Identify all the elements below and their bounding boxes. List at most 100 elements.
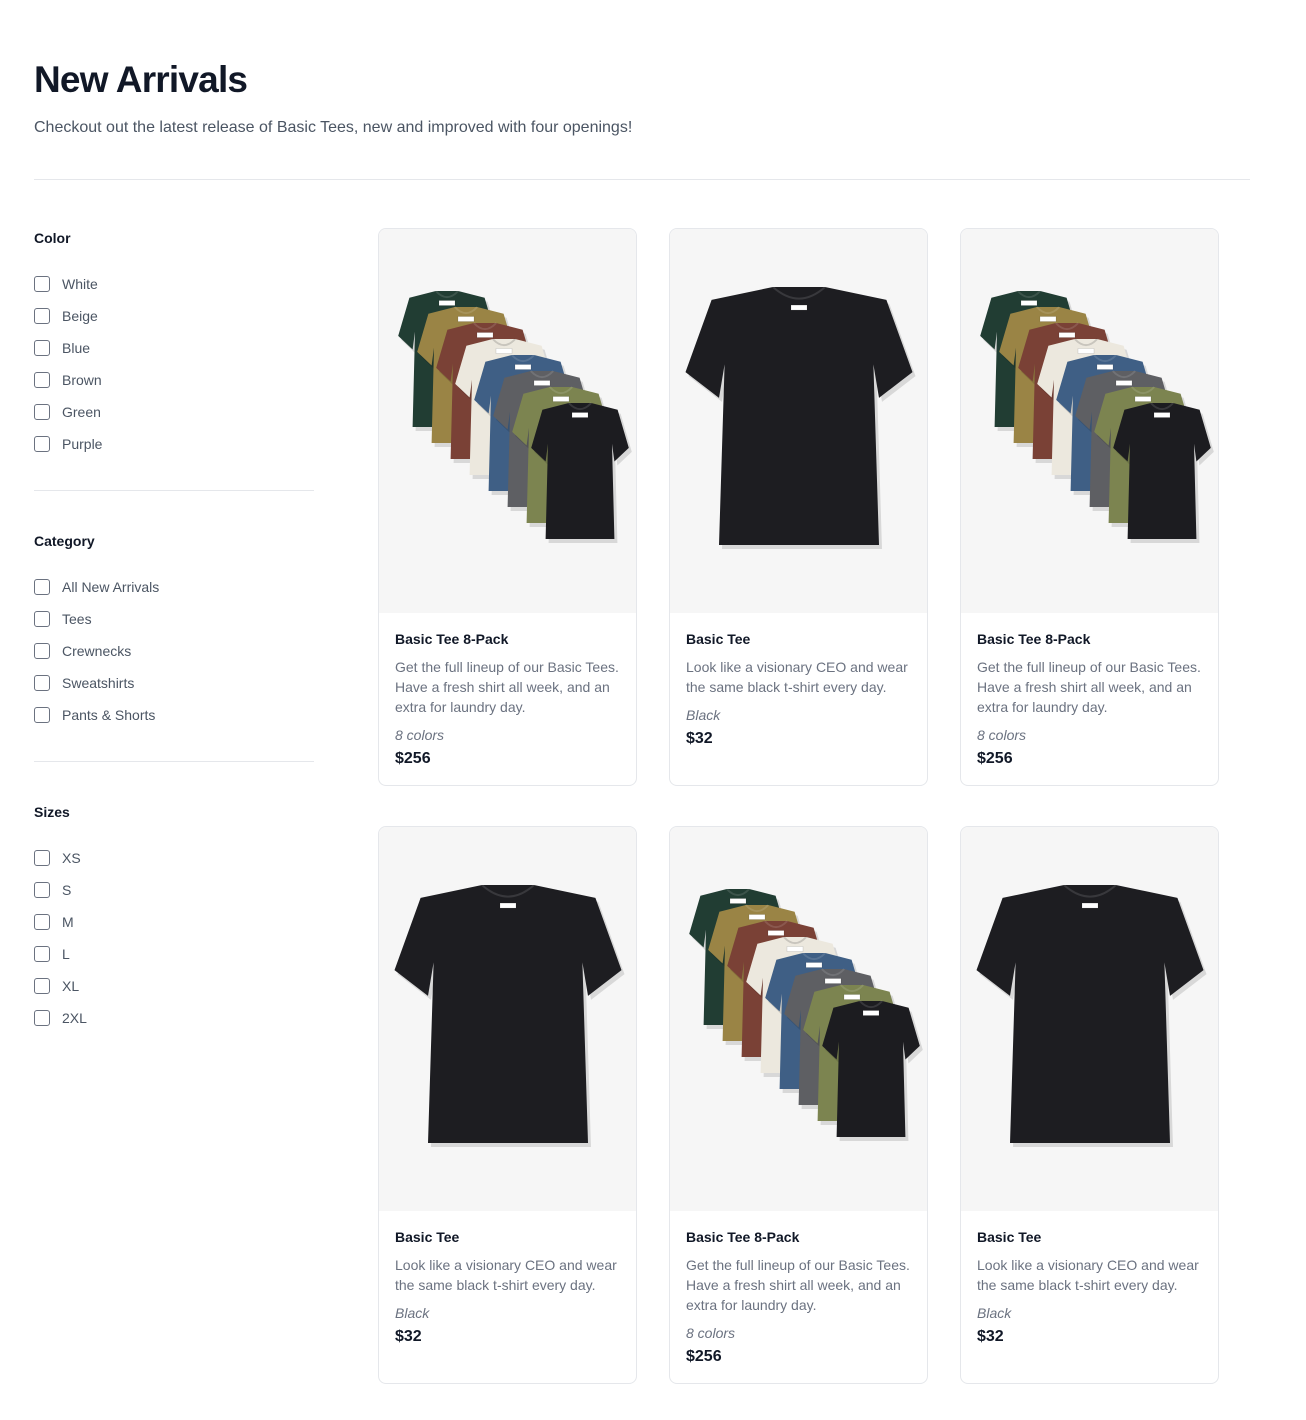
- filter-option-label: Sweatshirts: [62, 675, 135, 691]
- filter-option-m[interactable]: M: [34, 910, 314, 934]
- product-image[interactable]: [670, 229, 927, 613]
- product-grid: Basic Tee 8-Pack Get the full lineup of o…: [378, 228, 1219, 1384]
- product-card[interactable]: Basic Tee 8-Pack Get the full lineup of o…: [669, 826, 928, 1384]
- product-info: Basic Tee 8-Pack Get the full lineup of o…: [379, 613, 636, 771]
- page-title: New Arrivals: [34, 59, 248, 100]
- product-info: Basic Tee Look like a visionary CEO and w…: [379, 1211, 636, 1349]
- product-price: $256: [395, 750, 431, 767]
- filter-option-2xl[interactable]: 2XL: [34, 1006, 314, 1030]
- filter-group-color: Color White Beige Blue Brown Green Purple: [34, 228, 314, 490]
- product-description: Get the full lineup of our Basic Tees. H…: [977, 659, 1201, 715]
- filter-option-label: All New Arrivals: [62, 579, 160, 595]
- filter-title: Category: [34, 533, 95, 549]
- filter-option-label: XS: [62, 850, 81, 866]
- checkbox[interactable]: [34, 850, 50, 866]
- filter-option-label: Pants & Shorts: [62, 707, 156, 723]
- filter-group-category: Category All New Arrivals Tees Crewnecks Swe…: [34, 490, 314, 761]
- product-card[interactable]: Basic Tee 8-Pack Get the full lineup of o…: [960, 228, 1219, 786]
- product-name[interactable]: Basic Tee 8-Pack: [977, 629, 1202, 649]
- product-name[interactable]: Basic Tee: [977, 1227, 1202, 1247]
- checkbox[interactable]: [34, 1010, 50, 1026]
- checkbox[interactable]: [34, 579, 50, 595]
- product-price: $32: [395, 1328, 422, 1345]
- filter-option-l[interactable]: L: [34, 942, 314, 966]
- product-image[interactable]: [670, 827, 927, 1211]
- checkbox[interactable]: [34, 611, 50, 627]
- product-image[interactable]: [379, 229, 636, 613]
- filter-option-label: XL: [62, 978, 80, 994]
- filter-option-label: Tees: [62, 611, 92, 627]
- checkbox[interactable]: [34, 675, 50, 691]
- filter-option-brown[interactable]: Brown: [34, 368, 314, 392]
- checkbox[interactable]: [34, 404, 50, 420]
- checkbox[interactable]: [34, 436, 50, 452]
- product-card[interactable]: Basic Tee Look like a visionary CEO and w…: [378, 826, 637, 1384]
- product-name[interactable]: Basic Tee 8-Pack: [686, 1227, 911, 1247]
- tee-8-pack-image: [980, 290, 1214, 543]
- filter-option-xs[interactable]: XS: [34, 846, 314, 870]
- filter-option-all-new-arrivals[interactable]: All New Arrivals: [34, 575, 314, 599]
- tee-black-image: [976, 884, 1207, 1147]
- filter-title: Sizes: [34, 804, 70, 820]
- checkbox[interactable]: [34, 978, 50, 994]
- product-name[interactable]: Basic Tee: [395, 1227, 620, 1247]
- filter-option-label: Blue: [62, 340, 91, 356]
- product-info: Basic Tee Look like a visionary CEO and w…: [961, 1211, 1218, 1349]
- product-name[interactable]: Basic Tee: [686, 629, 911, 649]
- product-info: Basic Tee Look like a visionary CEO and w…: [670, 613, 927, 751]
- product-description: Look like a visionary CEO and wear the s…: [977, 1257, 1199, 1293]
- filter-option-pants-and-shorts[interactable]: Pants & Shorts: [34, 703, 314, 727]
- filter-option-label: Beige: [62, 308, 98, 324]
- product-description: Look like a visionary CEO and wear the s…: [395, 1257, 617, 1293]
- tee-8-pack-image: [398, 290, 632, 543]
- filter-option-xl[interactable]: XL: [34, 974, 314, 998]
- product-options: Black: [686, 707, 721, 723]
- filter-option-white[interactable]: White: [34, 272, 314, 296]
- filter-option-tees[interactable]: Tees: [34, 607, 314, 631]
- filter-option-beige[interactable]: Beige: [34, 304, 314, 328]
- product-options: 8 colors: [686, 1325, 736, 1341]
- checkbox[interactable]: [34, 914, 50, 930]
- filter-option-s[interactable]: S: [34, 878, 314, 902]
- product-price: $32: [686, 730, 713, 747]
- filter-option-label: 2XL: [62, 1010, 87, 1026]
- checkbox[interactable]: [34, 643, 50, 659]
- checkbox[interactable]: [34, 308, 50, 324]
- product-image[interactable]: [961, 229, 1218, 613]
- product-options: 8 colors: [395, 727, 445, 743]
- product-card[interactable]: Basic Tee 8-Pack Get the full lineup of o…: [378, 228, 637, 786]
- filter-option-green[interactable]: Green: [34, 400, 314, 424]
- product-image[interactable]: [379, 827, 636, 1211]
- filter-option-sweatshirts[interactable]: Sweatshirts: [34, 671, 314, 695]
- checkbox[interactable]: [34, 946, 50, 962]
- product-image[interactable]: [961, 827, 1218, 1211]
- product-info: Basic Tee 8-Pack Get the full lineup of o…: [961, 613, 1218, 771]
- page-header: New Arrivals Checkout out the latest rel…: [34, 58, 1250, 140]
- filter-option-label: S: [62, 882, 72, 898]
- tee-black-image: [685, 286, 916, 549]
- product-card[interactable]: Basic Tee Look like a visionary CEO and w…: [960, 826, 1219, 1384]
- checkbox[interactable]: [34, 276, 50, 292]
- filter-option-label: White: [62, 276, 98, 292]
- checkbox[interactable]: [34, 707, 50, 723]
- filter-option-label: Brown: [62, 372, 102, 388]
- product-description: Look like a visionary CEO and wear the s…: [686, 659, 908, 695]
- product-options: 8 colors: [977, 727, 1027, 743]
- filter-option-blue[interactable]: Blue: [34, 336, 314, 360]
- product-name[interactable]: Basic Tee 8-Pack: [395, 629, 620, 649]
- filter-group-sizes: Sizes XS S M L XL 2XL: [34, 761, 314, 1064]
- filter-option-purple[interactable]: Purple: [34, 432, 314, 456]
- checkbox[interactable]: [34, 340, 50, 356]
- product-price: $256: [686, 1348, 722, 1365]
- filter-option-label: M: [62, 914, 74, 930]
- tee-8-pack-image: [689, 888, 923, 1141]
- page-subtitle: Checkout out the latest release of Basic…: [34, 119, 633, 136]
- product-options: Black: [977, 1305, 1012, 1321]
- filter-option-crewnecks[interactable]: Crewnecks: [34, 639, 314, 663]
- tee-black-image: [394, 884, 625, 1147]
- checkbox[interactable]: [34, 882, 50, 898]
- product-description: Get the full lineup of our Basic Tees. H…: [686, 1257, 910, 1313]
- product-card[interactable]: Basic Tee Look like a visionary CEO and w…: [669, 228, 928, 786]
- filter-option-label: Green: [62, 404, 101, 420]
- checkbox[interactable]: [34, 372, 50, 388]
